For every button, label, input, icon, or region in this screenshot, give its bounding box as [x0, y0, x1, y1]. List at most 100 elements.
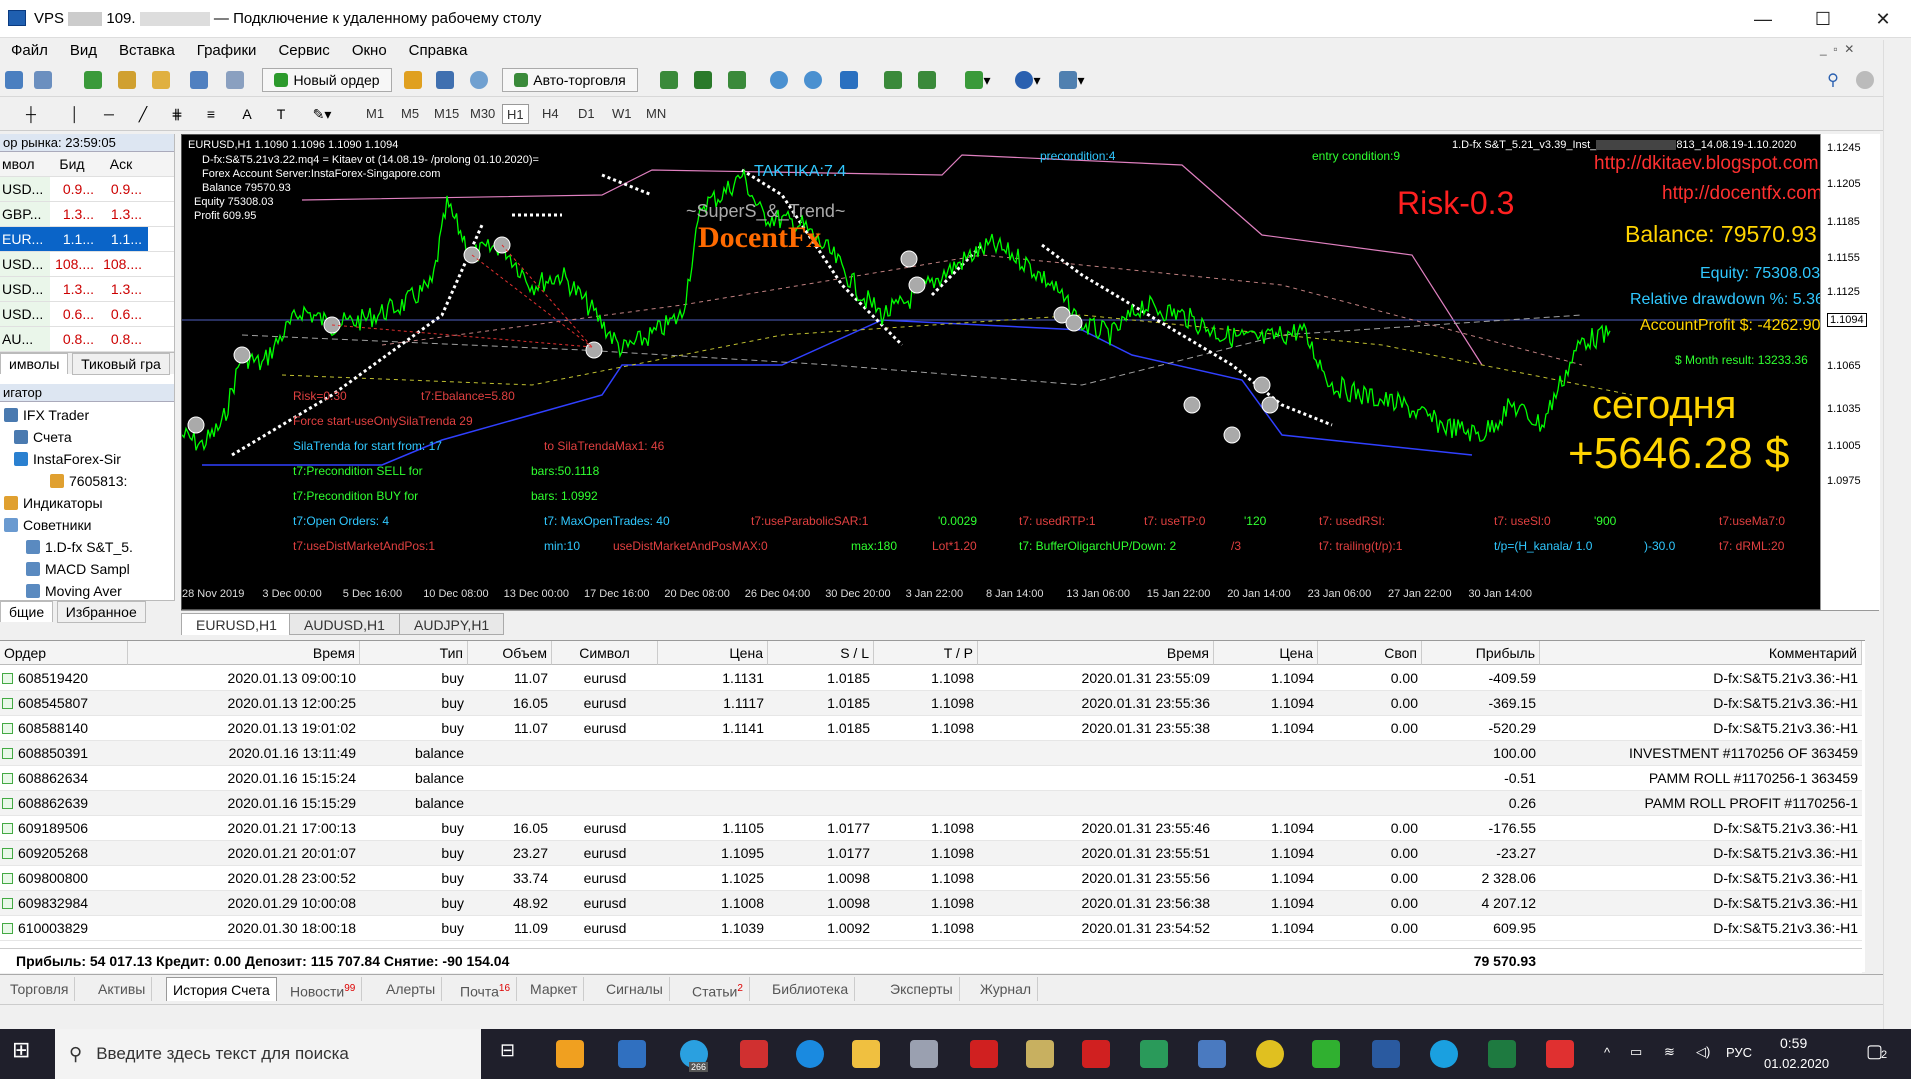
- market-watch-icon[interactable]: [80, 68, 106, 92]
- channel-icon[interactable]: ⋕: [164, 102, 190, 126]
- history-row[interactable]: 609205268 2020.01.21 20:01:07 buy 23.27 euru…: [0, 841, 1862, 866]
- vertical-line-icon[interactable]: │: [62, 102, 88, 126]
- trade-marker[interactable]: [908, 276, 926, 294]
- indicators-dropdown[interactable]: ▾: [958, 68, 998, 92]
- terminal-tab[interactable]: Маркет: [524, 977, 585, 1001]
- terminal-tab[interactable]: Торговля: [4, 977, 76, 1001]
- tf-w1[interactable]: W1: [608, 104, 636, 124]
- history-row[interactable]: 608519420 2020.01.13 09:00:10 buy 11.07 euru…: [0, 666, 1862, 691]
- signals-icon[interactable]: [466, 68, 492, 92]
- trade-marker[interactable]: [187, 416, 205, 434]
- terminal-tab[interactable]: Почта16: [454, 977, 518, 1001]
- terminal-tab[interactable]: Новости99: [284, 977, 363, 1001]
- horizontal-line-icon[interactable]: ─: [96, 102, 122, 126]
- tf-h1[interactable]: H1: [502, 104, 529, 124]
- tf-mn[interactable]: MN: [642, 104, 670, 124]
- col-tp[interactable]: T / P: [874, 641, 978, 665]
- terminal-tab[interactable]: История Счета: [166, 977, 277, 1001]
- text-label-icon[interactable]: T: [268, 102, 294, 126]
- trendline-icon[interactable]: ╱: [130, 102, 156, 126]
- menu-help[interactable]: Справка: [398, 42, 479, 59]
- navigator-item[interactable]: Moving Aver: [0, 580, 174, 602]
- terminal-tab[interactable]: Статьи2: [686, 977, 750, 1001]
- menu-insert[interactable]: Вставка: [108, 42, 186, 59]
- navigator-item[interactable]: 1.D-fx S&T_5.: [0, 536, 174, 558]
- terminal-app-icon-2[interactable]: [1026, 1040, 1054, 1068]
- price-axis[interactable]: 1.1245 1.1205 1.1185 1.1155 1.1125 1.1094 1.10…: [1820, 134, 1880, 610]
- tf-h4[interactable]: H4: [538, 104, 563, 124]
- trade-marker[interactable]: [1253, 376, 1271, 394]
- recorder-icon[interactable]: [1546, 1040, 1574, 1068]
- tf-m1[interactable]: M1: [362, 104, 388, 124]
- market-watch-row[interactable]: USD... 0.6... 0.6...: [0, 302, 174, 327]
- fibonacci-icon[interactable]: ≡: [198, 102, 224, 126]
- history-row[interactable]: 609800800 2020.01.28 23:00:52 buy 33.74 euru…: [0, 866, 1862, 891]
- navigator-item[interactable]: Счета: [0, 426, 174, 448]
- clock-date[interactable]: 01.02.2020: [1764, 1056, 1829, 1071]
- autotrading-button[interactable]: Авто-торговля: [502, 68, 638, 92]
- tab-favorites[interactable]: Избранное: [56, 601, 146, 623]
- clock-time[interactable]: 0:59: [1780, 1035, 1807, 1051]
- col-order[interactable]: Ордер: [0, 641, 128, 665]
- new-chart-icon[interactable]: [4, 68, 24, 92]
- history-row[interactable]: 608588140 2020.01.13 19:01:02 buy 11.07 euru…: [0, 716, 1862, 741]
- market-watch-row[interactable]: USD... 1.3... 1.3...: [0, 277, 174, 302]
- history-row[interactable]: 608862639 2020.01.16 15:15:29 balance 0.26 P…: [0, 791, 1862, 816]
- text-tool-icon[interactable]: A: [234, 102, 260, 126]
- snipping-icon[interactable]: [618, 1040, 646, 1068]
- tf-m15[interactable]: M15: [430, 104, 463, 124]
- excel-icon[interactable]: [1488, 1040, 1516, 1068]
- col-open-time[interactable]: Время: [128, 641, 360, 665]
- trade-marker[interactable]: [233, 346, 251, 364]
- metaeditor-icon[interactable]: [400, 68, 426, 92]
- skype-icon[interactable]: [1430, 1040, 1458, 1068]
- navigator-item[interactable]: MACD Sampl: [0, 558, 174, 580]
- menu-tools[interactable]: Сервис: [267, 42, 340, 59]
- menu-charts[interactable]: Графики: [186, 42, 268, 59]
- navigator-icon[interactable]: [148, 68, 174, 92]
- navigator-item[interactable]: Индикаторы: [0, 492, 174, 514]
- navigator-item[interactable]: InstaForex-Sir: [0, 448, 174, 470]
- col-price[interactable]: Цена: [658, 641, 768, 665]
- edge-icon[interactable]: [796, 1040, 824, 1068]
- chat-icon[interactable]: [1852, 68, 1878, 92]
- tf-m30[interactable]: M30: [466, 104, 499, 124]
- history-row[interactable]: 608862634 2020.01.16 15:15:24 balance -0.51…: [0, 766, 1862, 791]
- templates-dropdown[interactable]: ▾: [1052, 68, 1092, 92]
- chrome-icon[interactable]: [1256, 1040, 1284, 1068]
- terminal-tab[interactable]: Сигналы: [600, 977, 670, 1001]
- trade-marker[interactable]: [900, 250, 918, 268]
- zoom-out-icon[interactable]: [800, 68, 826, 92]
- tile-windows-icon[interactable]: [836, 68, 862, 92]
- menu-file[interactable]: Файл: [0, 42, 59, 59]
- gift-app-icon[interactable]: [740, 1040, 768, 1068]
- minimize-button[interactable]: —: [1735, 0, 1791, 38]
- profiles-icon[interactable]: [30, 68, 56, 92]
- maximize-button[interactable]: ☐: [1795, 0, 1851, 38]
- tab-common[interactable]: бщие: [0, 601, 54, 622]
- col-ask[interactable]: Аск: [100, 152, 148, 176]
- market-watch-row[interactable]: GBP... 1.3... 1.3...: [0, 202, 174, 227]
- camtasia-icon[interactable]: [1312, 1040, 1340, 1068]
- bar-chart-icon[interactable]: [656, 68, 682, 92]
- tab-symbols[interactable]: имволы: [0, 353, 69, 374]
- line-chart-icon[interactable]: [724, 68, 750, 92]
- navigator-item[interactable]: 7605813:: [0, 470, 174, 492]
- market-watch-row[interactable]: USD... 108.... 108....: [0, 252, 174, 277]
- chart-tab-eurusd[interactable]: EURUSD,H1: [181, 613, 292, 635]
- market-watch-row[interactable]: USD... 0.9... 0.9...: [0, 177, 174, 202]
- task-view-icon[interactable]: ⊟: [500, 1040, 528, 1068]
- navigator-item[interactable]: Советники: [0, 514, 174, 536]
- terminal-app-icon-4[interactable]: [1140, 1040, 1168, 1068]
- col-sl[interactable]: S / L: [768, 641, 874, 665]
- chart-tab-audjpy[interactable]: AUDJPY,H1: [399, 613, 505, 635]
- history-row[interactable]: 608545807 2020.01.13 12:00:25 buy 16.05 euru…: [0, 691, 1862, 716]
- vertical-scrollbar[interactable]: [1883, 40, 1911, 1030]
- terminal-tab[interactable]: Журнал: [974, 977, 1039, 1001]
- crosshair-icon[interactable]: [114, 68, 140, 92]
- col-close-price[interactable]: Цена: [1214, 641, 1318, 665]
- terminal-app-icon-1[interactable]: [970, 1040, 998, 1068]
- menu-view[interactable]: Вид: [59, 42, 108, 59]
- col-symbol[interactable]: мвол: [0, 152, 50, 176]
- zoom-in-icon[interactable]: [766, 68, 792, 92]
